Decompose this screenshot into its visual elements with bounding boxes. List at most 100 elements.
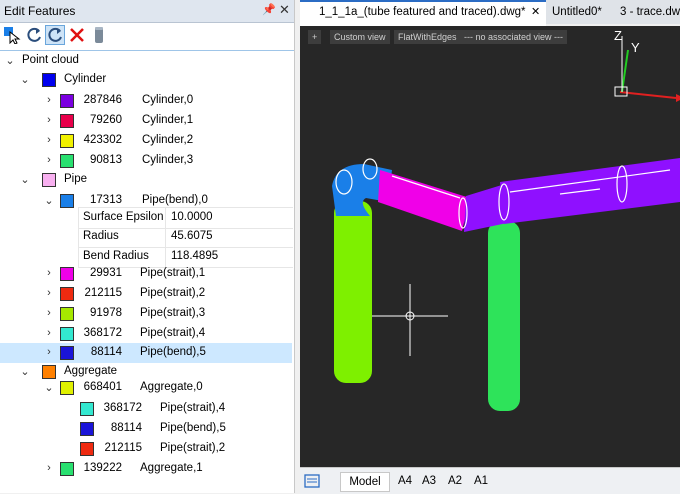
point-count: 423302 bbox=[83, 134, 122, 146]
feature-toolbar bbox=[0, 24, 294, 48]
property-value[interactable]: 45.6075 bbox=[171, 230, 213, 242]
expand-arrow-icon[interactable]: › bbox=[44, 134, 54, 146]
expand-arrow-icon[interactable]: › bbox=[44, 327, 54, 339]
feature-label: Cylinder,1 bbox=[142, 114, 194, 126]
panel-title-bar: Edit Features 📌 ✕ bbox=[0, 0, 294, 23]
expand-arrow-icon[interactable]: › bbox=[44, 94, 54, 106]
tree-item-expanded[interactable]: ⌄ 668401 Aggregate,0 bbox=[0, 378, 292, 398]
model-viewport[interactable]: + Custom view FlatWithEdges --- no assoc… bbox=[300, 26, 680, 467]
property-value[interactable]: 118.4895 bbox=[171, 250, 218, 262]
expand-arrow-icon[interactable]: › bbox=[44, 346, 54, 358]
point-count: 212115 bbox=[84, 287, 122, 299]
group-label: Cylinder bbox=[64, 73, 107, 85]
tree-root-label: Point cloud bbox=[22, 54, 79, 66]
feature-label: Pipe(strait),1 bbox=[140, 267, 206, 279]
layout-list-icon[interactable] bbox=[304, 473, 320, 489]
property-name: Bend Radius bbox=[83, 250, 149, 262]
tree-sub-item[interactable]: 212115 Pipe(strait),2 bbox=[0, 439, 292, 459]
point-count: 368172 bbox=[103, 402, 142, 414]
point-count: 88114 bbox=[90, 346, 122, 358]
feature-label: Cylinder,3 bbox=[142, 154, 194, 166]
point-count: 88114 bbox=[110, 422, 142, 434]
tab-model[interactable]: Model bbox=[340, 472, 390, 492]
feature-label: Pipe(strait),2 bbox=[140, 287, 206, 299]
tree-item[interactable]: › 29931 Pipe(strait),1 bbox=[0, 264, 292, 284]
tab-a4[interactable]: A4 bbox=[394, 472, 416, 490]
tab-a2[interactable]: A2 bbox=[444, 472, 466, 490]
tree-item[interactable]: › 91978 Pipe(strait),3 bbox=[0, 304, 292, 324]
tree-item-selected[interactable]: › 88114 Pipe(bend),5 bbox=[0, 343, 292, 363]
refresh-icon[interactable] bbox=[25, 26, 43, 44]
color-swatch[interactable] bbox=[42, 365, 56, 379]
feature-label: Aggregate,1 bbox=[140, 462, 203, 474]
cylinder-green-left[interactable] bbox=[334, 201, 372, 383]
feature-label: Pipe(bend),5 bbox=[140, 346, 206, 358]
collapse-arrow-icon[interactable]: ⌄ bbox=[20, 173, 30, 186]
expand-arrow-icon[interactable]: › bbox=[44, 154, 54, 166]
edit-features-panel: Edit Features 📌 ✕ ⌄ Point cloud ⌄ Cylind… bbox=[0, 0, 295, 493]
point-count: 17313 bbox=[90, 194, 122, 206]
expand-arrow-icon[interactable]: › bbox=[44, 307, 54, 319]
collapse-arrow-icon[interactable]: ⌄ bbox=[44, 381, 54, 394]
expand-arrow-icon[interactable]: › bbox=[44, 287, 54, 299]
tree-item[interactable]: › 212115 Pipe(strait),2 bbox=[0, 284, 292, 304]
tab-a1[interactable]: A1 bbox=[470, 472, 492, 490]
tab-label: Untitled0* bbox=[552, 6, 602, 18]
select-tool-icon[interactable] bbox=[3, 26, 21, 44]
tab-active-drawing[interactable]: 1_1_1a_(tube featured and traced).dwg* ✕ bbox=[300, 0, 546, 26]
close-icon[interactable]: ✕ bbox=[279, 2, 290, 18]
document-tab-bar: 1_1_1a_(tube featured and traced).dwg* ✕… bbox=[300, 0, 680, 26]
property-row[interactable]: Radius 45.6075 bbox=[78, 227, 293, 248]
collapse-arrow-icon[interactable]: ⌄ bbox=[5, 54, 15, 67]
tree-item[interactable]: › 287846 Cylinder,0 bbox=[0, 91, 292, 111]
color-swatch[interactable] bbox=[42, 73, 56, 87]
property-divider bbox=[165, 227, 166, 247]
tab-trace[interactable]: 3 - trace.dwg* bbox=[616, 0, 680, 24]
expand-arrow-icon[interactable]: › bbox=[44, 114, 54, 126]
tab-label: 1_1_1a_(tube featured and traced).dwg* bbox=[319, 6, 526, 18]
feature-label: Cylinder,2 bbox=[142, 134, 194, 146]
group-cylinder[interactable]: ⌄ Cylinder bbox=[0, 70, 292, 90]
tree-sub-item[interactable]: 88114 Pipe(bend),5 bbox=[0, 419, 292, 439]
property-name: Radius bbox=[83, 230, 119, 242]
tree-item[interactable]: › 368172 Pipe(strait),4 bbox=[0, 324, 292, 344]
pin-icon[interactable]: 📌 bbox=[262, 3, 276, 16]
point-count: 368172 bbox=[83, 327, 122, 339]
tab-untitled[interactable]: Untitled0* bbox=[546, 0, 616, 24]
expand-arrow-icon[interactable]: › bbox=[44, 462, 54, 474]
pipe-magenta[interactable] bbox=[378, 170, 470, 231]
z-axis-label: Z bbox=[614, 28, 622, 43]
tree-item[interactable]: › 79260 Cylinder,1 bbox=[0, 111, 292, 131]
tree-item[interactable]: › 90813 Cylinder,3 bbox=[0, 151, 292, 171]
pipe-purple-long[interactable] bbox=[500, 158, 680, 224]
tab-a3[interactable]: A3 bbox=[418, 472, 440, 490]
close-tab-icon[interactable]: ✕ bbox=[531, 2, 540, 24]
tab-label: 3 - trace.dwg* bbox=[620, 6, 680, 18]
feature-tree: ⌄ Point cloud ⌄ Cylinder › 287846 Cylind… bbox=[0, 50, 294, 494]
expand-arrow-icon[interactable]: › bbox=[44, 267, 54, 279]
point-count: 139222 bbox=[83, 462, 122, 474]
delete-icon[interactable] bbox=[68, 26, 86, 44]
cylinder-green-right[interactable] bbox=[488, 221, 520, 411]
property-row[interactable]: Surface Epsilon 10.0000 bbox=[78, 207, 293, 229]
cylinder-icon[interactable] bbox=[90, 26, 108, 44]
tree-root[interactable]: ⌄ Point cloud bbox=[0, 51, 292, 71]
group-pipe[interactable]: ⌄ Pipe bbox=[0, 170, 292, 190]
feature-label: Pipe(strait),2 bbox=[160, 442, 226, 454]
crosshair-cursor bbox=[372, 284, 448, 356]
tree-item[interactable]: › 139222 Aggregate,1 bbox=[0, 459, 292, 479]
tree-sub-item[interactable]: 368172 Pipe(strait),4 bbox=[0, 399, 292, 419]
group-label: Pipe bbox=[64, 173, 88, 185]
property-value[interactable]: 10.0000 bbox=[171, 211, 213, 223]
collapse-arrow-icon[interactable]: ⌄ bbox=[20, 73, 30, 86]
point-count: 91978 bbox=[90, 307, 122, 319]
feature-label: Pipe(bend),5 bbox=[160, 422, 226, 434]
refresh-active-icon[interactable] bbox=[45, 25, 65, 45]
color-swatch[interactable] bbox=[42, 173, 56, 187]
point-count: 212115 bbox=[104, 442, 142, 454]
property-name: Surface Epsilon bbox=[83, 211, 164, 223]
collapse-arrow-icon[interactable]: ⌄ bbox=[44, 194, 54, 207]
collapse-arrow-icon[interactable]: ⌄ bbox=[20, 365, 30, 378]
point-cloud-scene: Z Y bbox=[332, 28, 680, 411]
tree-item[interactable]: › 423302 Cylinder,2 bbox=[0, 131, 292, 151]
